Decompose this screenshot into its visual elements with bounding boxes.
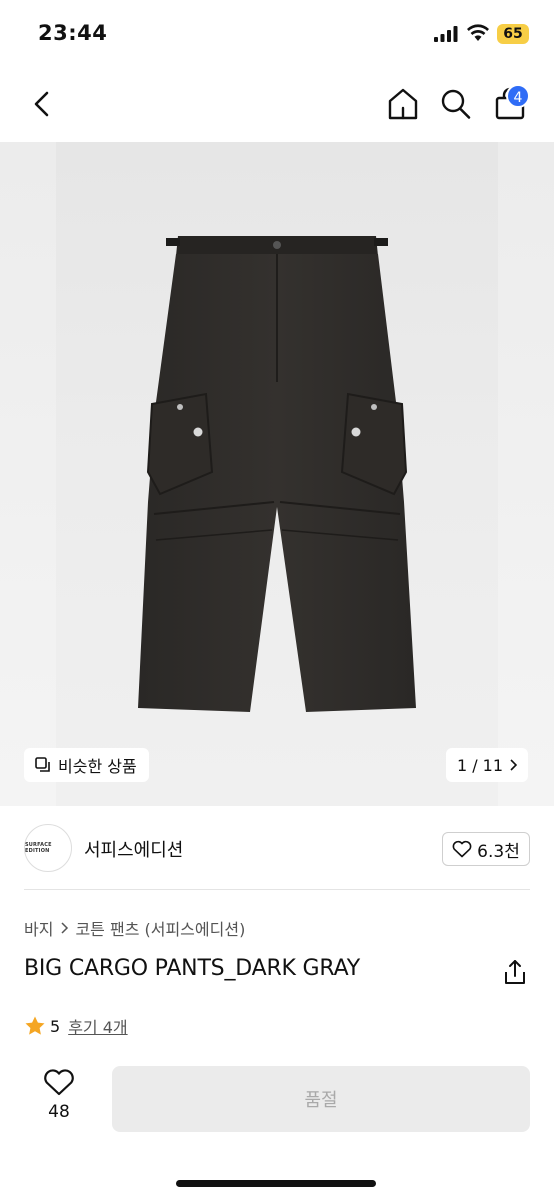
wifi-icon — [467, 24, 489, 41]
back-icon[interactable] — [28, 86, 56, 122]
rating-row: 5 후기 4개 — [24, 1014, 128, 1038]
review-count-link[interactable]: 후기 4개 — [68, 1014, 127, 1038]
similar-products-label: 비슷한 상품 — [58, 757, 137, 776]
breadcrumb-item-category[interactable]: 바지 — [24, 916, 53, 940]
product-image-gallery[interactable]: 비슷한 상품 1 / 11 — [0, 142, 554, 806]
heart-icon — [44, 1069, 74, 1096]
status-bar: 23:44 65 — [0, 0, 554, 64]
nav-bar: 4 — [0, 64, 554, 144]
search-icon[interactable] — [438, 86, 472, 122]
battery-icon: 65 — [497, 24, 529, 44]
divider — [24, 889, 530, 890]
similar-products-icon — [35, 757, 50, 772]
home-icon[interactable] — [386, 86, 420, 122]
image-page-indicator[interactable]: 1 / 11 — [446, 748, 528, 782]
breadcrumb-item-subcategory[interactable]: 코튼 팬츠 (서피스에디션) — [75, 916, 245, 940]
home-indicator — [176, 1180, 376, 1187]
rating-value: 5 — [50, 1016, 61, 1036]
brand-logo[interactable]: SURFACE EDITION — [24, 824, 72, 872]
signal-icon — [434, 26, 458, 42]
brand-row[interactable]: SURFACE EDITION 서피스에디션 6.3천 — [0, 822, 554, 874]
brand-like-count: 6.3천 — [477, 841, 520, 862]
chevron-right-icon — [61, 922, 69, 934]
sold-out-button[interactable]: 품절 — [112, 1066, 530, 1132]
breadcrumb: 바지 코튼 팬츠 (서피스에디션) — [24, 916, 245, 940]
brand-name[interactable]: 서피스에디션 — [84, 836, 183, 862]
share-icon[interactable] — [502, 958, 528, 986]
wishlist-button[interactable]: 48 — [26, 1068, 92, 1128]
cart-count-badge: 4 — [506, 84, 530, 108]
product-title: BIG CARGO PANTS_DARK GRAY — [24, 956, 360, 981]
similar-products-button[interactable]: 비슷한 상품 — [24, 748, 149, 782]
brand-like-button[interactable]: 6.3천 — [442, 832, 530, 866]
product-image-pants — [138, 236, 416, 712]
page-indicator-text: 1 / 11 — [456, 755, 504, 775]
star-icon — [25, 1016, 45, 1035]
chevron-right-icon — [510, 759, 518, 771]
wishlist-count: 48 — [48, 1102, 70, 1122]
heart-icon — [452, 840, 472, 858]
status-time: 23:44 — [38, 21, 108, 45]
